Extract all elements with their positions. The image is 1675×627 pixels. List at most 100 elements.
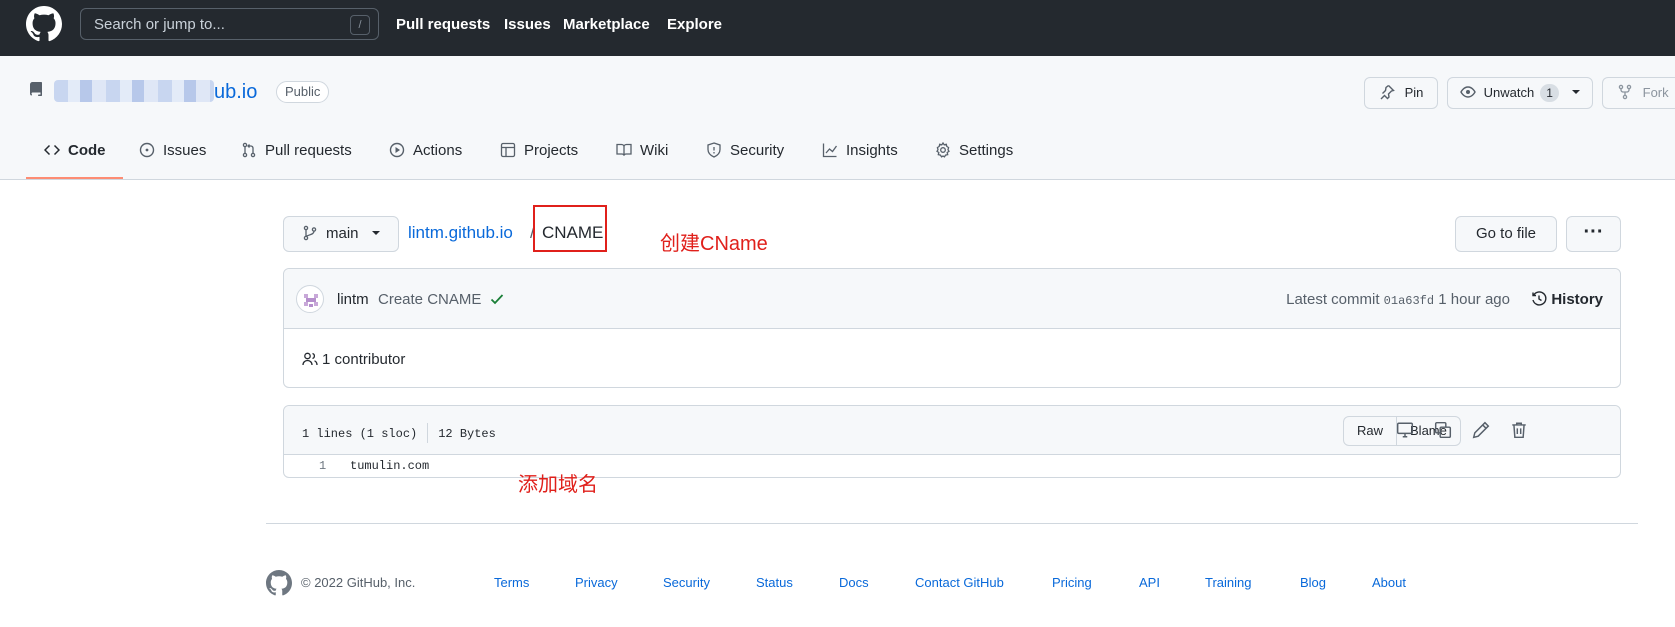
pin-button[interactable]: Pin (1364, 77, 1438, 109)
commit-sha-link[interactable]: 01a63fd (1384, 294, 1434, 308)
global-header: Search or jump to... / Pull requests Iss… (0, 0, 1675, 56)
file-size: 12 Bytes (438, 427, 496, 441)
search-input[interactable]: Search or jump to... / (80, 8, 379, 40)
nav-marketplace[interactable]: Marketplace (563, 16, 650, 33)
more-options-button[interactable]: ··· (1566, 216, 1621, 252)
tab-pull-requests-label: Pull requests (265, 142, 352, 159)
line-number[interactable]: 1 (319, 459, 326, 473)
tab-security-label: Security (730, 142, 785, 159)
trash-icon[interactable] (1510, 421, 1528, 439)
tab-actions-label: Actions (413, 142, 463, 159)
tab-wiki-label: Wiki (640, 142, 669, 159)
table-icon (500, 142, 516, 158)
eye-icon (1460, 86, 1476, 98)
pin-label: Pin (1404, 85, 1424, 100)
search-shortcut-key: / (350, 15, 370, 35)
gear-icon (936, 141, 950, 158)
contributors-info[interactable]: 1 contributor (302, 351, 405, 368)
search-placeholder: Search or jump to... (94, 16, 225, 33)
book-icon (616, 143, 632, 156)
tab-issues[interactable]: Issues (139, 142, 206, 159)
raw-button[interactable]: Raw (1344, 417, 1396, 445)
repo-name-suffix: ub.io (214, 81, 258, 103)
tab-security[interactable]: Security (706, 142, 784, 159)
branch-selector-button[interactable]: main (283, 216, 399, 252)
redacted-owner-name (54, 80, 214, 102)
footer-link-about[interactable]: About (1372, 575, 1406, 590)
annotation-create-cname: 创建CName (660, 233, 768, 255)
caret-down-icon (371, 231, 380, 235)
annotation-add-domain: 添加域名 (518, 474, 598, 496)
commit-message-link[interactable]: Create CNAME (378, 291, 481, 308)
unwatch-button[interactable]: Unwatch 1 (1447, 77, 1593, 109)
footer-link-security[interactable]: Security (663, 575, 710, 590)
fork-label: Fork (1642, 85, 1669, 100)
fork-button[interactable]: Fork (1602, 77, 1675, 109)
nav-explore[interactable]: Explore (667, 16, 722, 33)
pencil-icon[interactable] (1472, 421, 1490, 439)
tab-code-label: Code (68, 142, 106, 159)
branch-name: main (326, 225, 359, 242)
tab-code[interactable]: Code (43, 142, 106, 159)
copy-icon[interactable] (1434, 421, 1452, 439)
footer-link-contact[interactable]: Contact GitHub (915, 575, 1004, 590)
footer-link-pricing[interactable]: Pricing (1052, 575, 1092, 590)
watch-count: 1 (1540, 84, 1559, 102)
history-label: History (1551, 291, 1603, 308)
footer-link-training[interactable]: Training (1205, 575, 1251, 590)
footer-link-docs[interactable]: Docs (839, 575, 869, 590)
graph-icon (822, 143, 838, 158)
latest-commit-info: Latest commit 01a63fd 1 hour ago (1286, 291, 1510, 308)
repo-header (0, 56, 1675, 180)
annotation-highlight-box (533, 205, 607, 252)
file-header: 1 lines (1 sloc) 12 Bytes Raw Blame (284, 406, 1620, 455)
nav-pull-requests[interactable]: Pull requests (396, 16, 490, 33)
active-tab-indicator (26, 177, 123, 179)
avatar[interactable] (296, 285, 324, 313)
repo-name-link[interactable]: ub.io (54, 80, 257, 104)
tab-projects[interactable]: Projects (500, 142, 578, 159)
footer-copyright: © 2022 GitHub, Inc. (301, 575, 416, 590)
pin-icon (1380, 84, 1395, 100)
tab-insights[interactable]: Insights (822, 142, 898, 159)
history-icon (1532, 291, 1547, 306)
line-content: tumulin.com (350, 459, 430, 473)
footer-link-status[interactable]: Status (756, 575, 793, 590)
file-lines: 1 lines (1 sloc) (302, 427, 418, 441)
github-logo-icon[interactable] (26, 6, 62, 42)
history-button[interactable]: History (1531, 291, 1603, 308)
shield-icon (707, 142, 721, 158)
go-to-file-button[interactable]: Go to file (1455, 216, 1557, 252)
identicon-icon (304, 294, 318, 307)
tab-settings[interactable]: Settings (935, 141, 1013, 159)
contributors-label: 1 contributor (322, 351, 406, 368)
latest-commit-box: lintm Create CNAME Latest commit 01a63fd… (283, 268, 1621, 388)
tab-projects-label: Projects (524, 142, 579, 159)
tab-insights-label: Insights (846, 142, 898, 159)
tab-wiki[interactable]: Wiki (616, 142, 668, 159)
tab-issues-label: Issues (163, 142, 207, 159)
tab-actions[interactable]: Actions (389, 142, 462, 159)
commit-header: lintm Create CNAME Latest commit 01a63fd… (284, 269, 1620, 329)
commit-author-link[interactable]: lintm (337, 291, 369, 308)
fork-icon (1618, 84, 1632, 100)
tab-pull-requests[interactable]: Pull requests (241, 142, 352, 159)
footer-divider (266, 523, 1638, 524)
caret-down-icon (1571, 90, 1580, 94)
pull-request-icon (242, 142, 256, 158)
github-footer-logo-icon[interactable] (266, 570, 292, 596)
footer-link-blog[interactable]: Blog (1300, 575, 1326, 590)
footer-link-privacy[interactable]: Privacy (575, 575, 618, 590)
footer-link-terms[interactable]: Terms (494, 575, 529, 590)
desktop-icon[interactable] (1396, 421, 1414, 439)
file-viewer: 1 lines (1 sloc) 12 Bytes Raw Blame 1 tum… (283, 405, 1621, 478)
check-icon (490, 294, 504, 305)
breadcrumb-repo-link[interactable]: lintm.github.io (408, 223, 513, 243)
footer-link-api[interactable]: API (1139, 575, 1160, 590)
file-info: 1 lines (1 sloc) 12 Bytes (302, 423, 496, 443)
issue-icon (139, 142, 155, 158)
repo-icon (29, 82, 42, 96)
unwatch-label: Unwatch (1483, 85, 1535, 100)
nav-issues[interactable]: Issues (504, 16, 551, 33)
latest-commit-label: Latest commit (1286, 291, 1380, 308)
